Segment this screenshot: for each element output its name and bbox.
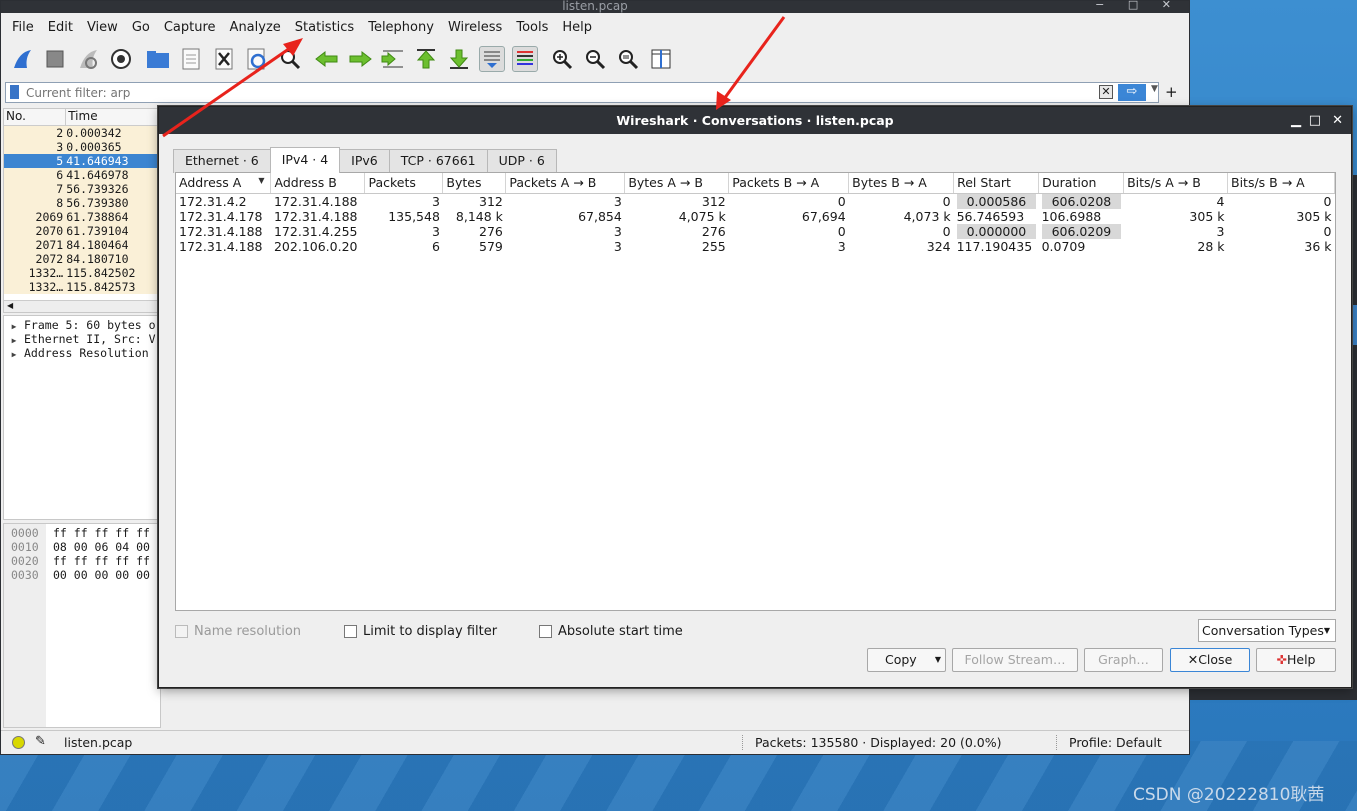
tab-ipv4[interactable]: IPv4 · 4 — [269, 147, 341, 173]
annotation-arrow — [716, 16, 786, 110]
annotation-arrow — [162, 38, 303, 138]
annotation-arrows — [162, 16, 786, 138]
watermark: CSDN @20222810耿茜 — [1133, 785, 1325, 805]
